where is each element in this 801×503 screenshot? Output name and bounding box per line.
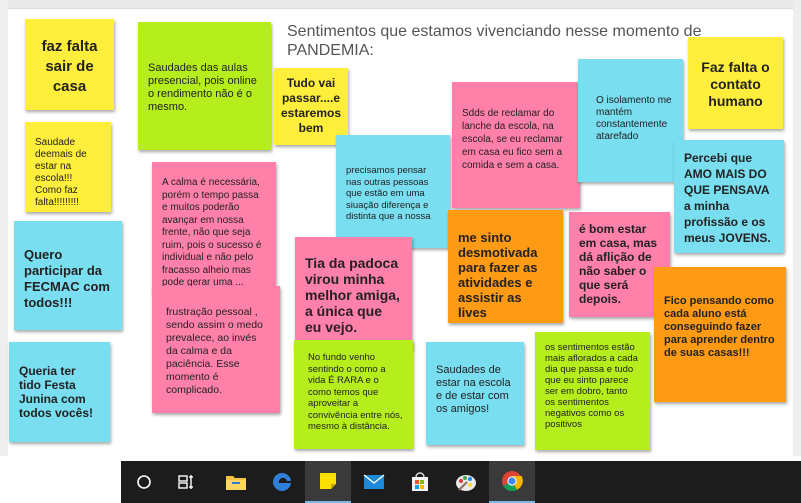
sticky-note-text: Faz falta o contato humano: [701, 59, 770, 109]
board-right-edge: [793, 0, 801, 456]
taskbar: [0, 461, 801, 503]
sticky-note[interactable]: me sinto desmotivada para fazer as ativi…: [448, 210, 563, 323]
sticky-note[interactable]: Queria ter tido Festa Junina com todos v…: [9, 342, 110, 442]
sticky-note[interactable]: A calma é necessária, porém o tempo pass…: [152, 162, 276, 295]
sticky-note-text: Quero participar da FECMAC com todos!!!: [24, 247, 110, 310]
sticky-note-text: Tudo vai passar....e estaremos bem: [280, 76, 342, 135]
sticky-note[interactable]: precisamos pensar nas outras pessoas que…: [336, 135, 450, 248]
sticky-note-text: A calma é necessária, porém o tempo pass…: [162, 177, 262, 288]
task-view-circle-icon[interactable]: [121, 461, 167, 503]
sticky-note[interactable]: No fundo venho sentindo o como a vida É …: [294, 340, 413, 449]
sticky-note-text: Fico pensando como cada aluno está conse…: [664, 295, 775, 359]
store-icon[interactable]: [397, 461, 443, 503]
sticky-notes-board: Sentimentos que estamos vivenciando ness…: [0, 0, 801, 456]
board-left-edge: [0, 0, 8, 456]
sticky-note[interactable]: Saudades de estar na escola e de estar c…: [426, 342, 524, 445]
sticky-note[interactable]: Percebi que AMO MAIS DO QUE PENSAVA a mi…: [674, 140, 784, 253]
sticky-note-text: frustração pessoal , sendo assim o medo …: [166, 306, 263, 396]
sticky-note-text: faz falta sair de casa: [41, 38, 98, 95]
sticky-note-text: me sinto desmotivada para fazer as ativi…: [458, 230, 538, 320]
timeline-icon[interactable]: [164, 461, 210, 503]
mail-icon[interactable]: [351, 461, 397, 503]
sticky-note[interactable]: faz falta sair de casa: [25, 19, 114, 110]
edge-browser-icon[interactable]: [259, 461, 305, 503]
sticky-note[interactable]: Faz falta o contato humano: [688, 37, 783, 129]
sticky-note-text: O isolamento me mantém constantemente at…: [596, 95, 672, 142]
sticky-note-text: Saudades das aulas presencial, pois onli…: [148, 62, 257, 113]
sticky-note-text: Queria ter tido Festa Junina com todos v…: [19, 364, 94, 420]
sticky-note[interactable]: Tudo vai passar....e estaremos bem: [274, 68, 348, 145]
chrome-icon[interactable]: [489, 461, 535, 503]
sticky-note[interactable]: Quero participar da FECMAC com todos!!!: [14, 221, 122, 330]
sticky-note-text: Saudades de estar na escola e de estar c…: [436, 364, 511, 415]
sticky-note-text: Percebi que AMO MAIS DO QUE PENSAVA a mi…: [684, 151, 771, 245]
sticky-note-text: precisamos pensar nas outras pessoas que…: [346, 165, 431, 222]
taskbar-bar: [121, 461, 801, 503]
board-top-edge: [0, 0, 801, 9]
sticky-note[interactable]: O isolamento me mantém constantemente at…: [578, 59, 683, 182]
sticky-note-text: No fundo venho sentindo o como a vida É …: [308, 352, 403, 432]
sticky-note[interactable]: os sentimentos estão mais aflorados a ca…: [535, 332, 650, 450]
sticky-note[interactable]: Saudade deemais de estar na escola!!! Co…: [25, 122, 111, 212]
file-explorer-icon[interactable]: [213, 461, 259, 503]
sticky-note[interactable]: Tia da padoca virou minha melhor amiga, …: [295, 237, 412, 350]
sticky-note-text: Sdds de reclamar do lanche da escola, na…: [462, 108, 563, 171]
sticky-note[interactable]: Saudades das aulas presencial, pois onli…: [138, 22, 271, 150]
sticky-note[interactable]: Sdds de reclamar do lanche da escola, na…: [452, 82, 580, 208]
sticky-note-text: é bom estar em casa, mas dá aflição de n…: [579, 222, 658, 306]
sticky-notes-icon[interactable]: [305, 461, 351, 503]
sticky-note-text: Saudade deemais de estar na escola!!! Co…: [35, 137, 87, 208]
sticky-note-text: Tia da padoca virou minha melhor amiga, …: [305, 255, 400, 335]
sticky-note-text: os sentimentos estão mais aflorados a ca…: [545, 342, 638, 430]
sticky-note[interactable]: frustração pessoal , sendo assim o medo …: [152, 286, 280, 413]
sticky-note[interactable]: Fico pensando como cada aluno está conse…: [654, 267, 786, 402]
paint-icon[interactable]: [443, 461, 489, 503]
